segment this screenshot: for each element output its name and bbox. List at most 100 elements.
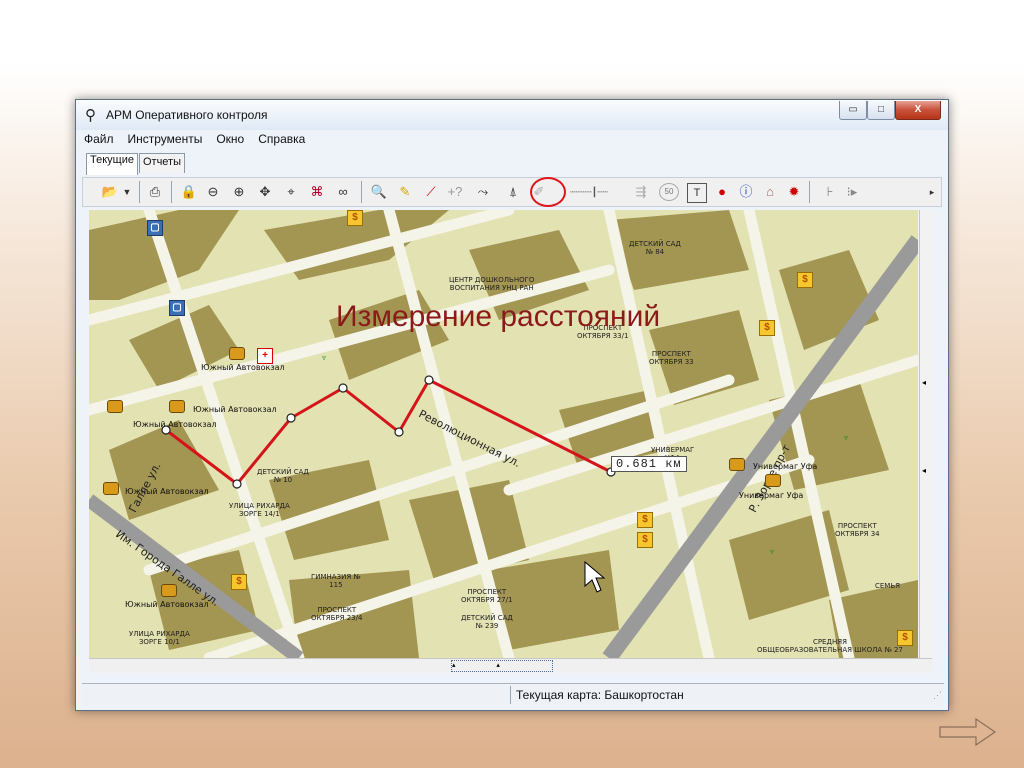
bus-stop-label: Универмаг Уфа xyxy=(739,491,804,500)
bus-stop-label: Южный Автовокзал xyxy=(125,487,209,496)
place-label: ПРОСПЕКТ ОКТЯБРЯ 34 xyxy=(835,522,880,538)
place-label: СЕМЬЯ xyxy=(875,582,901,590)
query-point-icon[interactable]: +? xyxy=(445,183,465,201)
more-icon[interactable]: ⁝▸ xyxy=(843,183,861,201)
current-map-status: Текущая карта: Башкортостан xyxy=(510,686,946,704)
pharmacy-icon[interactable]: ♆ xyxy=(765,546,779,560)
info-icon[interactable]: ⓘ xyxy=(737,183,755,201)
binoculars-icon[interactable]: ∞ xyxy=(333,183,353,201)
scroll-left-icon[interactable]: ◂ xyxy=(922,378,926,387)
center-icon[interactable]: ⌖ xyxy=(281,183,301,201)
tab-reports[interactable]: Отчеты xyxy=(138,153,185,173)
route-vertex xyxy=(338,383,348,393)
search-icon[interactable]: 🔍 xyxy=(369,183,389,201)
open-folder-icon[interactable]: 📂 xyxy=(99,183,121,201)
resize-grip-icon[interactable]: ⋰ xyxy=(933,690,942,701)
bus-stop-label: Универмаг Уфа xyxy=(753,462,818,471)
route-vertex xyxy=(286,413,296,423)
bank-icon[interactable]: $ xyxy=(637,532,653,548)
route-vertex xyxy=(232,479,242,489)
menu-help[interactable]: Справка xyxy=(258,132,305,150)
bus-stop-icon[interactable] xyxy=(161,584,177,597)
place-label: УЛИЦА РИХАРДА ЗОРГЕ 14/1 xyxy=(229,502,290,518)
bus-stop-label: Южный Автовокзал xyxy=(133,420,217,429)
scroll-left-icon[interactable]: ◂ xyxy=(922,466,926,475)
lock-icon[interactable]: 🔒 xyxy=(179,183,199,201)
bus-stop-label: Южный Автовокзал xyxy=(125,600,209,609)
target-icon[interactable]: ⌘ xyxy=(307,183,327,201)
parking-icon[interactable]: ▢ xyxy=(147,220,163,236)
bus-stop-label: Южный Автовокзал xyxy=(201,363,285,372)
bank-icon[interactable]: $ xyxy=(347,210,363,226)
bank-icon[interactable]: $ xyxy=(897,630,913,646)
scale-slider[interactable]: ┄┄┄┄┃┄┄ xyxy=(553,183,625,201)
place-label: УЛИЦА РИХАРДА ЗОРГЕ 10/1 xyxy=(129,630,190,646)
chevron-down-icon[interactable]: ▼ xyxy=(121,183,133,201)
toolbar-separator xyxy=(171,181,172,203)
zoom-in-icon[interactable]: ⊕ xyxy=(229,183,249,201)
bus-stop-icon[interactable] xyxy=(229,347,245,360)
toolbar: 📂 ▼ ⎙ 🔒 ⊖ ⊕ ✥ ⌖ ⌘ ∞ 🔍 ✎ ⟋ +? ⤳ ⍋ ✐ ┄┄┄┄┃… xyxy=(82,177,942,207)
tab-strip: Текущие Отчеты xyxy=(86,153,186,175)
color-picker-icon[interactable]: ● xyxy=(713,183,731,201)
eraser-icon[interactable]: ✐ xyxy=(531,183,547,201)
bank-icon[interactable]: $ xyxy=(759,320,775,336)
toolbar-overflow-icon[interactable]: ▸ xyxy=(927,183,937,201)
alert-icon[interactable]: ✹ xyxy=(785,183,803,201)
menu-file[interactable]: Файл xyxy=(84,132,114,150)
horizontal-scrollbar[interactable]: ▴ ▴ xyxy=(89,658,932,673)
place-label: ДЕТСКИЙ САД № 239 xyxy=(461,614,513,630)
menu-window[interactable]: Окно xyxy=(216,132,244,150)
bus-stop-icon[interactable] xyxy=(107,400,123,413)
polyline-icon[interactable]: ⟋ xyxy=(421,183,441,201)
bus-stop-icon[interactable] xyxy=(729,458,745,471)
tab-current[interactable]: Текущие xyxy=(86,153,138,175)
layers-icon[interactable]: ⇶ xyxy=(631,183,651,201)
menu-tools[interactable]: Инструменты xyxy=(128,132,203,150)
bus-stop-icon[interactable] xyxy=(169,400,185,413)
minimize-button[interactable]: ▭ xyxy=(839,101,867,120)
hospital-icon[interactable]: + xyxy=(257,348,273,364)
title-bar: ⚲ АРМ Оперативного контроля ▭ □ X xyxy=(76,100,948,130)
bank-icon[interactable]: $ xyxy=(637,512,653,528)
place-label: ДЕТСКИЙ САД № 84 xyxy=(629,240,681,256)
bus-stop-label: Южный Автовокзал xyxy=(193,405,277,414)
menu-bar: Файл Инструменты Окно Справка xyxy=(84,132,319,150)
split-icon[interactable]: ⊦ xyxy=(821,183,839,201)
place-label: ПРОСПЕКТ ОКТЯБРЯ 27/1 xyxy=(461,588,513,604)
close-button[interactable]: X xyxy=(895,101,941,120)
app-icon: ⚲ xyxy=(85,107,96,124)
place-label: ПРОСПЕКТ ОКТЯБРЯ 33 xyxy=(649,350,694,366)
scroll-thumb[interactable]: ▴ ▴ xyxy=(451,660,553,672)
route-vertex xyxy=(424,375,434,385)
bus-stop-icon[interactable] xyxy=(765,474,781,487)
distance-label: 0.681 км xyxy=(611,456,687,472)
text-tool-button[interactable]: T xyxy=(687,183,707,203)
vertical-scrollbar[interactable]: ◂ ◂ xyxy=(919,210,933,658)
map-view[interactable]: ДЕТСКИЙ САД № 84 ЦЕНТР ДОШКОЛЬНОГО ВОСПИ… xyxy=(89,210,918,658)
place-label: ГИМНАЗИЯ № 115 xyxy=(311,573,361,589)
route-vertex xyxy=(394,427,404,437)
place-label: ПРОСПЕКТ ОКТЯБРЯ 23/4 xyxy=(311,606,363,622)
parking-icon[interactable]: ▢ xyxy=(169,300,185,316)
status-bar: Текущая карта: Башкортостан ⋰ xyxy=(82,683,944,706)
pharmacy-icon[interactable]: ♆ xyxy=(839,432,853,446)
pencil-icon[interactable]: ✎ xyxy=(395,183,415,201)
window-title: АРМ Оперативного контроля xyxy=(106,108,268,122)
maximize-button[interactable]: □ xyxy=(867,101,895,120)
toolbar-separator xyxy=(809,181,810,203)
slide-overlay-title: Измерение расстояний xyxy=(336,300,661,333)
pan-icon[interactable]: ✥ xyxy=(255,183,275,201)
bank-icon[interactable]: $ xyxy=(231,574,247,590)
next-slide-arrow-icon[interactable] xyxy=(938,716,998,748)
measure-distance-icon[interactable]: ⍋ xyxy=(503,183,523,201)
print-icon[interactable]: ⎙ xyxy=(145,183,165,201)
bank-icon[interactable]: $ xyxy=(797,272,813,288)
building-icon[interactable]: ⌂ xyxy=(761,183,779,201)
pharmacy-icon[interactable]: ♆ xyxy=(317,352,331,366)
bus-stop-icon[interactable] xyxy=(103,482,119,495)
route-icon[interactable]: ⤳ xyxy=(473,183,493,201)
zoom-level-badge[interactable]: 50 xyxy=(659,183,679,201)
zoom-out-icon[interactable]: ⊖ xyxy=(203,183,223,201)
place-label: ЦЕНТР ДОШКОЛЬНОГО ВОСПИТАНИЯ УНЦ РАН xyxy=(449,276,535,292)
